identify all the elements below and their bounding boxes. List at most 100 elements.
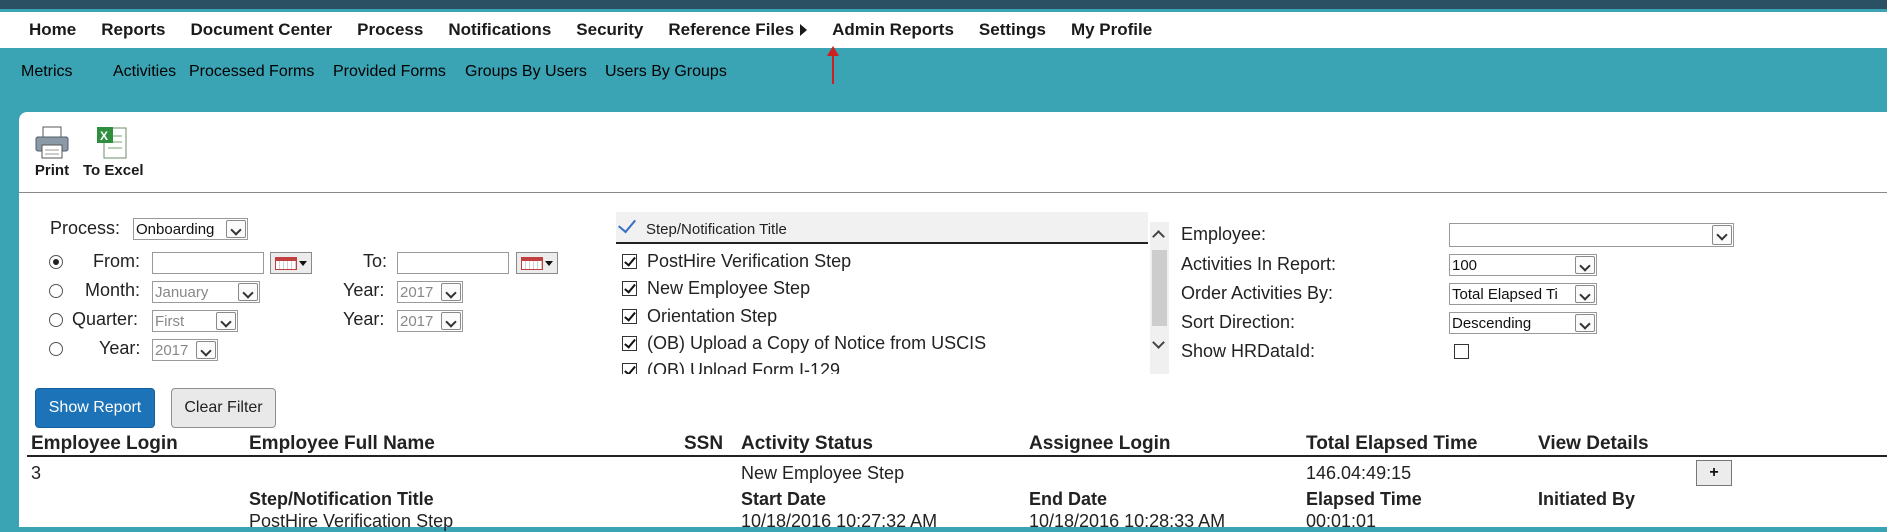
excel-label: To Excel (83, 162, 144, 179)
show-report-button[interactable]: Show Report (35, 388, 155, 428)
from-calendar-button[interactable] (270, 252, 312, 274)
process-value: Onboarding (136, 221, 215, 238)
radio-date-range[interactable] (49, 255, 63, 269)
quarter-select[interactable]: First (152, 310, 238, 332)
col-ssn[interactable]: SSN (684, 433, 723, 455)
nav-document-center[interactable]: Document Center (190, 20, 332, 40)
step-checkbox[interactable] (622, 362, 637, 374)
svg-text:X: X (100, 129, 108, 143)
step-checkbox[interactable] (622, 253, 637, 269)
year-label: Year: (343, 309, 385, 329)
process-select[interactable]: Onboarding (133, 218, 248, 240)
step-checkbox[interactable] (622, 335, 637, 351)
nav-settings[interactable]: Settings (979, 20, 1046, 40)
from-date-input[interactable] (152, 252, 264, 274)
nav-security[interactable]: Security (576, 20, 643, 40)
expand-row-button[interactable]: + (1696, 460, 1732, 486)
col-employee-login[interactable]: Employee Login (31, 433, 178, 455)
activities-select[interactable]: 100 (1449, 254, 1597, 276)
cell-total-elapsed: 146.04:49:15 (1306, 463, 1412, 483)
chevron-down-icon (1575, 256, 1595, 274)
export-excel-button[interactable]: X To Excel (83, 126, 144, 179)
process-label: Process: (50, 218, 121, 238)
chevron-up-icon[interactable] (1152, 230, 1165, 243)
subnav-users-by-groups[interactable]: Users By Groups (605, 63, 727, 81)
chevron-down-icon[interactable] (1712, 225, 1732, 245)
year-select[interactable]: 2017 (152, 339, 218, 361)
subnav-metrics[interactable]: Metrics (21, 63, 73, 81)
step-checklist-header[interactable]: Step/Notification Title (616, 212, 1148, 244)
col-activity-status[interactable]: Activity Status (741, 433, 873, 455)
col-view-details[interactable]: View Details (1538, 433, 1649, 455)
checkmark-icon (618, 214, 636, 234)
sort-label: Sort Direction: (1181, 312, 1296, 332)
caret-down-icon (299, 261, 307, 266)
radio-year[interactable] (49, 342, 63, 356)
step-item[interactable]: PostHire Verification Step (622, 249, 851, 273)
nav-home[interactable]: Home (29, 20, 76, 40)
employee-combobox[interactable] (1449, 223, 1734, 247)
activities-label: Activities In Report: (1181, 254, 1337, 274)
sort-value: Descending (1452, 315, 1532, 332)
order-select[interactable]: Total Elapsed Ti (1449, 283, 1597, 305)
sub-cell-end-date: 10/18/2016 10:28:33 AM (1029, 511, 1226, 531)
sub-col-step-title: Step/Notification Title (249, 489, 434, 509)
month-year-select[interactable]: 2017 (397, 281, 463, 303)
printer-icon (35, 126, 69, 159)
step-item[interactable]: Orientation Step (622, 304, 777, 328)
nav-my-profile[interactable]: My Profile (1071, 20, 1152, 40)
subnav-groups-by-users[interactable]: Groups By Users (465, 63, 587, 81)
main-nav: Home Reports Document Center Process Not… (0, 12, 1887, 48)
nav-reference-files[interactable]: Reference Files (668, 20, 808, 40)
scrollbar-thumb[interactable] (1152, 250, 1167, 326)
nav-notifications[interactable]: Notifications (448, 20, 551, 40)
caret-down-icon (545, 261, 553, 266)
step-checkbox[interactable] (622, 280, 637, 296)
quarter-year-value: 2017 (400, 313, 434, 330)
caret-right-icon (800, 24, 808, 36)
step-list-scrollbar[interactable] (1150, 222, 1169, 374)
chevron-down-icon (441, 312, 461, 330)
top-strip (0, 0, 1887, 12)
print-button[interactable]: Print (34, 126, 70, 179)
subnav-provided-forms[interactable]: Provided Forms (333, 63, 446, 81)
sub-col-elapsed-time: Elapsed Time (1306, 489, 1422, 509)
sub-col-initiated-by: Initiated By (1538, 489, 1636, 509)
col-total-elapsed-time[interactable]: Total Elapsed Time (1306, 433, 1477, 455)
sub-cell-start-date: 10/18/2016 10:27:32 AM (741, 511, 938, 531)
nav-reference-files-label: Reference Files (668, 20, 795, 39)
chevron-down-icon (441, 283, 461, 301)
order-label: Order Activities By: (1181, 283, 1334, 303)
radio-quarter[interactable] (49, 313, 63, 327)
toolbar-divider (19, 192, 1887, 193)
sort-select[interactable]: Descending (1449, 312, 1597, 334)
step-checkbox[interactable] (622, 308, 637, 324)
to-calendar-button[interactable] (516, 252, 558, 274)
sub-col-start-date: Start Date (741, 489, 827, 509)
quarter-year-select[interactable]: 2017 (397, 310, 463, 332)
hrdata-checkbox[interactable] (1454, 344, 1469, 359)
step-item[interactable]: (OB) Upload a Copy of Notice from USCIS (622, 331, 986, 355)
clear-filter-button[interactable]: Clear Filter (171, 388, 276, 428)
print-label: Print (34, 162, 70, 179)
subnav-processed-forms[interactable]: Processed Forms (189, 63, 314, 81)
nav-admin-reports[interactable]: Admin Reports (832, 20, 954, 40)
nav-process[interactable]: Process (357, 20, 423, 40)
step-item[interactable]: (OB) Upload Form I-129 (622, 358, 840, 374)
to-date-input[interactable] (397, 252, 509, 274)
col-assignee-login[interactable]: Assignee Login (1029, 433, 1170, 455)
step-item-label: Orientation Step (647, 305, 778, 326)
nav-reports[interactable]: Reports (101, 20, 165, 40)
step-item[interactable]: New Employee Step (622, 276, 810, 300)
sub-cell-elapsed-time: 00:01:01 (1306, 511, 1377, 531)
subnav-activities[interactable]: Activities (113, 63, 176, 81)
step-item-label: (OB) Upload Form I-129 (647, 359, 841, 375)
month-value: January (155, 284, 209, 301)
step-checklist-title: Step/Notification Title (646, 221, 787, 238)
radio-month[interactable] (49, 284, 63, 298)
year-label: Year: (343, 280, 385, 300)
red-arrow-icon (827, 46, 839, 84)
month-select[interactable]: January (152, 281, 260, 303)
chevron-down-icon[interactable] (1152, 336, 1165, 349)
col-employee-full-name[interactable]: Employee Full Name (249, 433, 435, 455)
